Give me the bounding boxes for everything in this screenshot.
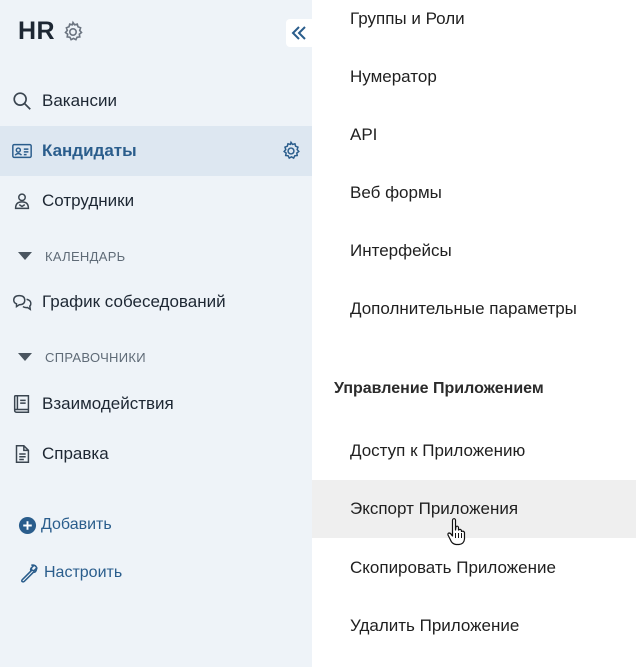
menu-item-api[interactable]: API [312, 106, 636, 164]
plus-circle-icon [18, 516, 37, 534]
id-card-icon [10, 139, 34, 163]
menu-item-interfaces[interactable]: Интерфейсы [312, 222, 636, 280]
section-label: СПРАВОЧНИКИ [45, 349, 146, 365]
caret-down-icon [18, 252, 32, 260]
menu-item-label: Скопировать Приложение [350, 558, 556, 577]
sidebar-item-employees[interactable]: Сотрудники [0, 176, 312, 226]
sidebar-item-interview-schedule[interactable]: График собеседований [0, 277, 312, 327]
sidebar-item-label: Сотрудники [42, 191, 135, 210]
configure-label: Настроить [44, 564, 123, 581]
menu-section-title: Управление Приложением [334, 380, 544, 397]
menu-item-label: Нумератор [350, 67, 437, 86]
hand-cursor-icon [447, 518, 466, 546]
menu-item-label: Интерфейсы [350, 241, 452, 260]
menu-item-copy-app[interactable]: Скопировать Приложение [312, 539, 636, 597]
sidebar-item-candidates[interactable]: Кандидаты [0, 126, 312, 176]
sidebar-item-interactions[interactable]: Взаимодействия [0, 379, 312, 429]
sidebar: HR Вакансии Кандидаты Сотрудники КАЛЕНДА… [0, 0, 312, 667]
add-button[interactable]: Добавить [18, 510, 112, 540]
sidebar-item-label: Справка [42, 444, 109, 463]
menu-item-delete-app[interactable]: Удалить Приложение [312, 597, 636, 655]
menu-item-additional-params[interactable]: Дополнительные параметры [312, 280, 636, 338]
menu-item-label: Веб формы [350, 183, 442, 202]
sidebar-item-vacancies[interactable]: Вакансии [0, 76, 312, 126]
settings-menu: Группы и Роли Нумератор API Веб формы Ин… [312, 0, 636, 667]
section-calendar[interactable]: КАЛЕНДАРЬ [0, 241, 312, 271]
chat-bubbles-icon [10, 290, 34, 314]
sidebar-item-label: Взаимодействия [42, 394, 174, 413]
app-title: HR [18, 17, 56, 45]
app-root: HR Вакансии Кандидаты Сотрудники КАЛЕНДА… [0, 0, 636, 667]
menu-item-label: Удалить Приложение [350, 616, 520, 635]
sidebar-item-label: Вакансии [42, 91, 117, 110]
document-icon [10, 442, 34, 466]
collapse-sidebar-button[interactable] [286, 19, 312, 47]
menu-item-app-access[interactable]: Доступ к Приложению [312, 422, 636, 480]
people-icon [10, 189, 34, 213]
menu-item-label: API [350, 125, 378, 144]
sidebar-item-help[interactable]: Справка [0, 429, 312, 479]
wrench-icon [20, 564, 38, 583]
caret-down-icon [18, 353, 32, 361]
menu-item-export-app[interactable]: Экспорт Приложения [312, 480, 636, 538]
menu-item-label: Экспорт Приложения [350, 499, 519, 518]
sidebar-item-label: График собеседований [42, 292, 226, 311]
sidebar-item-label: Кандидаты [42, 141, 137, 160]
gear-icon[interactable] [280, 140, 302, 162]
menu-item-label: Доступ к Приложению [350, 441, 526, 460]
search-icon [10, 89, 34, 113]
menu-item-groups-roles[interactable]: Группы и Роли [312, 0, 636, 48]
app-header: HR [18, 17, 85, 46]
menu-item-web-forms[interactable]: Веб формы [312, 164, 636, 222]
double-chevron-left-icon [291, 26, 306, 40]
section-directories[interactable]: СПРАВОЧНИКИ [0, 342, 312, 372]
configure-button[interactable]: Настроить [18, 558, 122, 588]
menu-item-label: Группы и Роли [350, 9, 465, 28]
book-icon [10, 392, 34, 416]
section-label: КАЛЕНДАРЬ [45, 248, 126, 264]
menu-item-label: Дополнительные параметры [350, 299, 577, 318]
gear-icon[interactable] [61, 20, 85, 44]
menu-item-numerator[interactable]: Нумератор [312, 48, 636, 106]
add-label: Добавить [41, 516, 112, 533]
